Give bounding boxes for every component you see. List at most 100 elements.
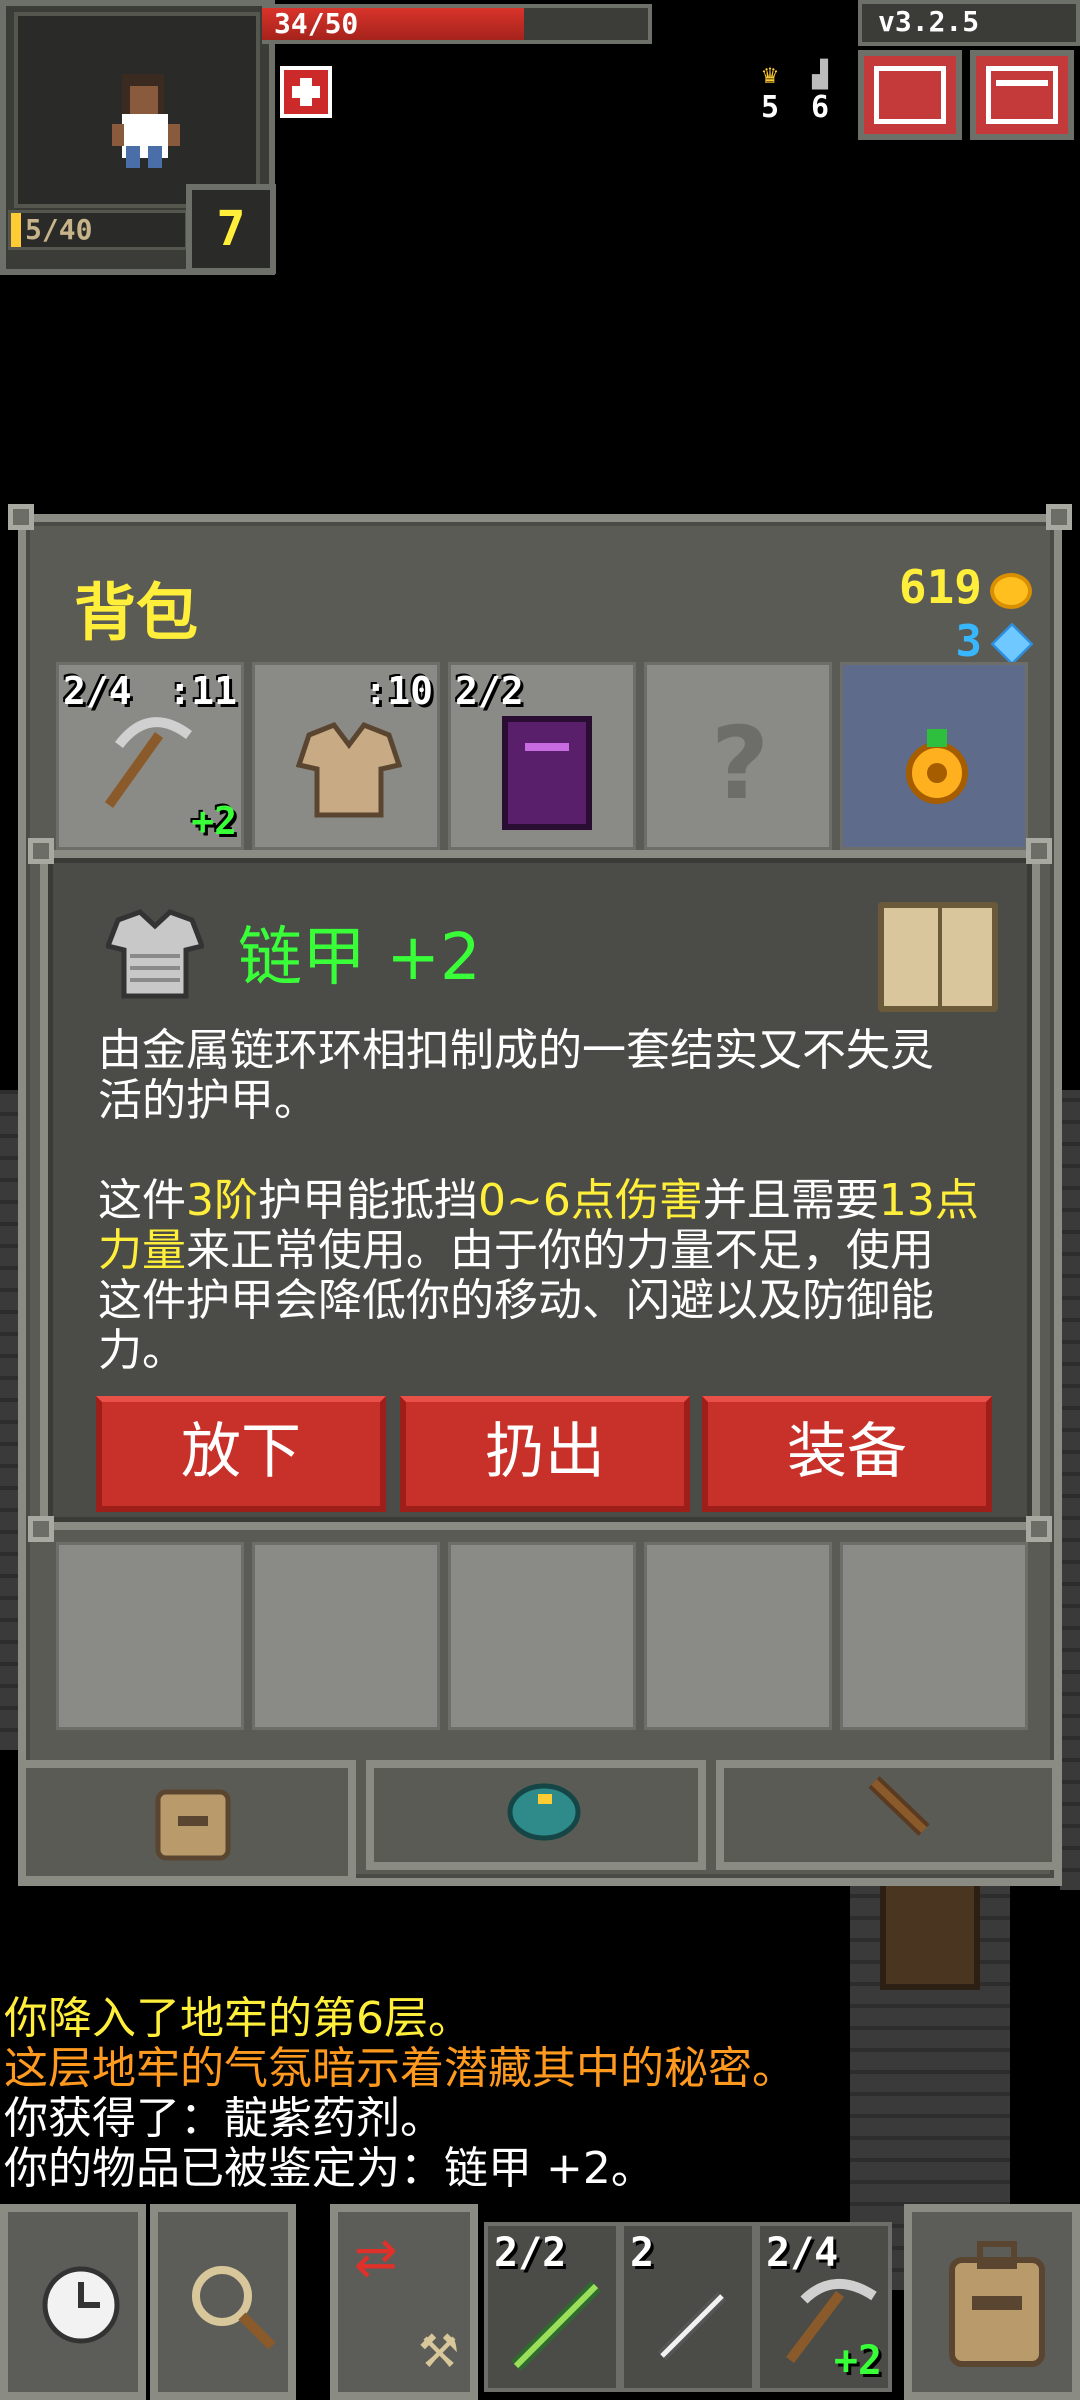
trophy-counter[interactable]: ♛ 5	[750, 60, 790, 125]
log-line: 你的物品已被鉴定为：链甲 +2。	[4, 2143, 655, 2194]
inventory-slot[interactable]: 2/2	[448, 662, 636, 850]
menu-icon	[996, 80, 1048, 86]
depth-count: 6	[810, 90, 830, 125]
amulet-icon	[906, 729, 968, 804]
search-button[interactable]	[150, 2204, 296, 2400]
strength-requirement: 13点	[878, 1175, 979, 1226]
inventory-slot-empty[interactable]	[644, 1542, 832, 1730]
stairs-icon: ▟	[812, 60, 828, 90]
inventory-slot[interactable]: 2/4 :11 +2	[56, 662, 244, 850]
cloth-armor-icon	[295, 721, 403, 818]
desc-line: 力。	[98, 1325, 186, 1376]
quickslot-upgrade: +2	[833, 2338, 882, 2384]
game-log: 你降入了地牢的第6层。 这层地牢的气氛暗示着潜藏其中的秘密。 你获得了：靛紫药剂…	[4, 1994, 796, 2194]
trophy-count: 5	[760, 90, 780, 125]
energy-crystal-icon	[990, 622, 1034, 666]
tab-backpack[interactable]	[18, 1760, 356, 1884]
desc-line: 这件护甲会降低你的移动、闪避以及防御能	[98, 1275, 934, 1326]
inventory-slot-empty[interactable]	[448, 1542, 636, 1730]
inventory-slot-empty[interactable]	[56, 1542, 244, 1730]
trophy-icon: ♛	[762, 60, 778, 90]
inventory-slot[interactable]: :10	[252, 662, 440, 850]
inventory-slot-empty[interactable]	[840, 1542, 1028, 1730]
wait-button[interactable]	[0, 2204, 146, 2400]
inventory-slot-empty[interactable]	[252, 1542, 440, 1730]
quickslot[interactable]: 2	[620, 2222, 756, 2392]
log-line: 你降入了地牢的第6层。	[4, 1993, 472, 2044]
desc-line: 由金属链环环相扣制成的一套结实又不失灵	[98, 1025, 934, 1076]
drop-button[interactable]: 放下	[96, 1396, 386, 1512]
seed-pouch-icon	[507, 1783, 581, 1841]
tab-pouch[interactable]	[366, 1760, 706, 1870]
wand-holster-icon	[868, 1776, 930, 1836]
quickslot-count: 2/2	[494, 2230, 567, 2276]
inventory-button[interactable]	[904, 2204, 1080, 2400]
window-corner	[28, 838, 54, 864]
desc-text: 这件	[98, 1175, 186, 1226]
quickslot-swap[interactable]: ⇄ ⚒	[330, 2204, 478, 2400]
backpack-icon	[949, 2241, 1045, 2367]
desc-text: 护甲能抵挡	[258, 1175, 478, 1226]
window-corner	[1026, 1516, 1052, 1542]
unknown-item-icon: ?	[711, 705, 770, 822]
gem-counter: 3	[955, 616, 1034, 667]
hero-sprite-icon	[112, 74, 180, 168]
quickslot[interactable]: 2/2	[484, 2222, 620, 2392]
swap-icon[interactable]: ⇄	[354, 2232, 398, 2284]
journal-entry-button[interactable]	[878, 902, 998, 1012]
item-description: 由金属链环环相扣制成的一套结实又不失灵 活的护甲。 这件3阶护甲能抵挡0~6点伤…	[98, 1026, 1018, 1376]
desc-text: 并且需要	[702, 1175, 879, 1226]
axe-icon: ⚒	[418, 2324, 460, 2378]
dungeon-wall	[1060, 1090, 1080, 1890]
inventory-title: 背包	[74, 576, 199, 649]
desc-line: 活的护甲。	[98, 1075, 318, 1126]
xp-bar: 5/40	[8, 210, 188, 250]
gem-amount: 3	[955, 616, 983, 667]
item-title: 链甲 +2	[238, 921, 481, 995]
equip-label: 装备	[787, 1417, 907, 1487]
armor-tier: 3阶	[186, 1175, 258, 1226]
version-label: v3.2.5	[858, 0, 1080, 46]
quickslot-count: 2	[630, 2230, 655, 2276]
throw-button[interactable]: 扔出	[400, 1396, 690, 1512]
hp-text: 34/50	[274, 7, 359, 40]
window-corner	[28, 1516, 54, 1542]
window-corner	[1046, 504, 1072, 530]
dungeon-wall	[0, 1090, 20, 1750]
journal-button[interactable]	[858, 50, 962, 140]
dart-icon	[657, 2291, 727, 2361]
health-buff-icon[interactable]	[280, 66, 332, 118]
hp-bar: 34/50	[262, 4, 652, 44]
log-line: 你获得了：靛紫药剂。	[4, 2093, 444, 2144]
item-info-window: 链甲 +2 由金属链环环相扣制成的一套结实又不失灵 活的护甲。 这件3阶护甲能抵…	[28, 838, 1052, 1542]
menu-button[interactable]	[970, 50, 1074, 140]
level-badge: 7	[186, 184, 276, 274]
magnifier-icon	[192, 2266, 276, 2350]
window-corner	[8, 504, 34, 530]
journal-icon	[898, 82, 922, 98]
hero-portrait[interactable]	[14, 12, 260, 208]
log-line: 这层地牢的气氛暗示着潜藏其中的秘密。	[4, 2043, 796, 2094]
clock-icon	[42, 2266, 120, 2344]
gold-counter: 619	[899, 560, 1032, 614]
backpack-icon	[155, 1789, 231, 1861]
level-text: 7	[216, 201, 246, 257]
quickslot[interactable]: 2/4 +2	[756, 2222, 892, 2392]
dungeon-door[interactable]	[880, 1880, 980, 1990]
chain-mail-icon	[106, 909, 204, 999]
equip-button[interactable]: 装备	[702, 1396, 992, 1512]
tab-holster[interactable]	[716, 1760, 1060, 1870]
slot-durability: :10	[364, 669, 433, 713]
inventory-slot-selected[interactable]	[840, 662, 1028, 850]
slot-upgrade: +2	[191, 799, 237, 843]
wand-icon	[511, 2281, 601, 2371]
gold-coin-icon	[990, 572, 1032, 609]
depth-counter[interactable]: ▟ 6	[800, 60, 840, 125]
inventory-slot[interactable]: ?	[644, 662, 832, 850]
xp-text: 5/40	[25, 213, 93, 246]
drop-label: 放下	[181, 1417, 301, 1487]
armor-block: 0~6点伤害	[478, 1175, 703, 1226]
throw-label: 扔出	[485, 1417, 605, 1487]
window-corner	[1026, 838, 1052, 864]
slot-charges: 2/2	[455, 669, 524, 713]
